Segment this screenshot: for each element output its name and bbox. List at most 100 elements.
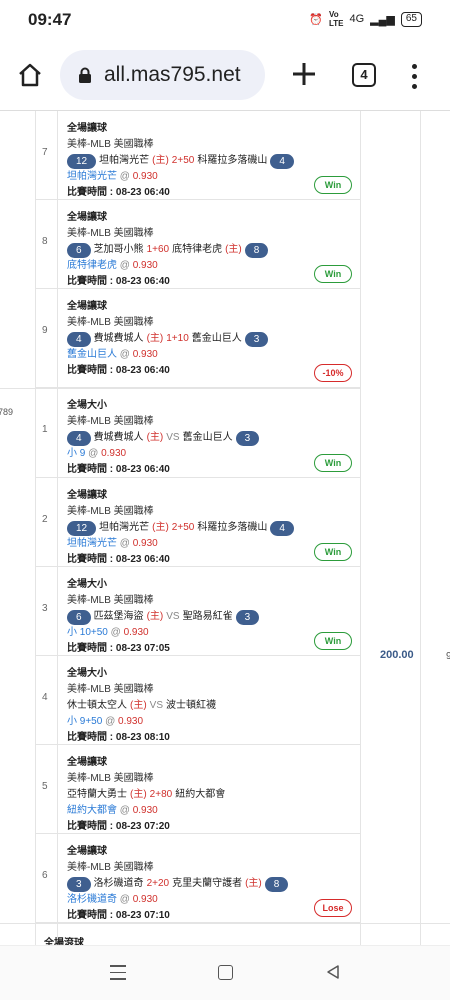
result-badge: Win bbox=[314, 632, 352, 650]
bet-row[interactable]: 8 全場讓球美棒-MLB 美國職棒 6 芝加哥小熊 1+60 底特律老虎 (主) 8 底特律老虎… bbox=[35, 200, 360, 289]
battery-icon: 65 bbox=[400, 11, 422, 27]
row-index: 5 bbox=[42, 781, 48, 792]
bet-details: 全場讓球 美棒-MLB 美國職棒 6 芝加哥小熊 1+60 底特律老虎 (主) 8 底特律老虎 … bbox=[67, 210, 354, 290]
vs-label: VS bbox=[166, 432, 180, 443]
team-a-badge: 3 bbox=[67, 876, 91, 892]
result-badge: -10% bbox=[314, 364, 352, 382]
row-index: 9 bbox=[42, 325, 48, 336]
team-b-name: 波士頓紅襪 bbox=[166, 700, 217, 711]
bet-odds: 0.930 bbox=[118, 716, 144, 727]
matchup: 亞特蘭大勇士 (主) 2+80 紐約大都會 bbox=[67, 787, 354, 803]
match-time-label: 比賽時間 : bbox=[67, 732, 116, 743]
bet-details: 全場大小 美棒-MLB 美國職棒 6 匹茲堡海盜 (主) VS 聖路易紅雀 3 小 10+50 … bbox=[67, 577, 354, 657]
bet-pick: 坦帕灣光芒 bbox=[67, 538, 117, 549]
bet-type: 全場讓球 bbox=[67, 490, 107, 501]
bet-row[interactable]: 2 全場讓球 美棒-MLB 美國職棒 12 坦帕灣光芒 (主) 2+50 科羅拉多落磯山 4 坦帕… bbox=[35, 478, 360, 567]
vs-label: VS bbox=[149, 700, 164, 711]
result-badge: Win bbox=[314, 265, 352, 283]
bet-pick: 坦帕灣光芒 bbox=[67, 171, 117, 182]
at-sign: @ bbox=[102, 716, 119, 727]
matchup: 6 芝加哥小熊 1+60 底特律老虎 (主) 8 bbox=[67, 242, 354, 258]
signal-icon: ▂▄▆ bbox=[370, 13, 395, 26]
bet-type: 全場大小 bbox=[67, 400, 107, 411]
bet-row[interactable]: 4 全場大小 美棒-MLB 美國職棒 休士頓太空人 (主) VS 波士頓紅襪小 9+50 @… bbox=[35, 656, 360, 745]
row-index: 8 bbox=[42, 236, 48, 247]
home-marker: (主) bbox=[146, 432, 164, 443]
bet-details: 全場讓球 美棒-MLB 美國職棒 3 洛杉磯道奇 2+20 克里夫蘭守護者 (主) 8 洛杉磯道… bbox=[67, 844, 354, 924]
status-icons: ⏰ Vo LTE 4G ▂▄▆ 65 bbox=[309, 10, 422, 28]
bet-row[interactable]: 6 全場讓球 美棒-MLB 美國職棒 3 洛杉磯道奇 2+20 克里夫蘭守護者 (主) 8 洛杉磯… bbox=[35, 834, 360, 923]
home-marker: (主) bbox=[130, 700, 147, 711]
back-icon[interactable] bbox=[325, 964, 341, 980]
bet-row[interactable]: 5 全場讓球 美棒-MLB 美國職棒 亞特蘭大勇士 (主) 2+80 紐約大都會 紐約大都會 … bbox=[35, 745, 360, 834]
team-a-badge: 6 bbox=[67, 609, 91, 625]
match-time-label: 比賽時間 : bbox=[67, 464, 116, 475]
bet-details: 全場大小 美棒-MLB 美國職棒 休士頓太空人 (主) VS 波士頓紅襪小 9+50 @ … bbox=[67, 666, 354, 746]
handicap-line: 1+60 bbox=[146, 244, 170, 255]
matchup: 休士頓太空人 (主) VS 波士頓紅襪 bbox=[67, 698, 354, 714]
home-button-icon[interactable] bbox=[218, 965, 233, 980]
bet-details: 全場大小 美棒-MLB 美國職棒 4 費城費城人 (主) VS 舊金山巨人 3 小 9 @ 0.… bbox=[67, 398, 354, 478]
team-b-badge: 3 bbox=[244, 331, 269, 347]
recent-apps-icon[interactable] bbox=[110, 965, 126, 985]
at-sign: @ bbox=[107, 627, 124, 638]
team-a-badge: 12 bbox=[67, 520, 97, 536]
bet-row[interactable]: 1 全場大小 美棒-MLB 美國職棒 4 費城費城人 (主) VS 舊金山巨人 3 小 9 @ 0… bbox=[35, 388, 360, 478]
match-time: 08-23 06:40 bbox=[115, 554, 170, 565]
league-name: 美棒-MLB 美國職棒 bbox=[67, 228, 154, 239]
lock-icon bbox=[79, 67, 91, 83]
bet-type: 全場大小 bbox=[67, 668, 107, 679]
bet-type: 全場讓球 bbox=[67, 212, 107, 223]
team-a-name: 亞特蘭大勇士 bbox=[67, 789, 127, 800]
bet-row[interactable]: 7 全場讓球 美棒-MLB 美國職棒 12 坦帕灣光芒 (主) 2+50 科羅拉多落磯山 4 坦帕… bbox=[35, 111, 360, 200]
url-text: all.mas795.net bbox=[104, 63, 241, 86]
new-tab-icon[interactable] bbox=[290, 60, 318, 88]
match-time-label: 比賽時間 : bbox=[67, 554, 116, 565]
matchup: 4 費城費城人 (主) 1+10 舊金山巨人 3 bbox=[67, 331, 354, 347]
team-b-name: 底特律老虎 bbox=[172, 244, 223, 255]
home-marker: (主) bbox=[225, 244, 242, 255]
at-sign: @ bbox=[117, 349, 133, 360]
team-b-badge: 8 bbox=[264, 876, 289, 892]
bet-row[interactable]: 9 全場讓球 美棒-MLB 美國職棒 4 費城費城人 (主) 1+10 舊金山巨人 3 舊金山巨人… bbox=[35, 289, 360, 388]
match-time: 08-23 07:20 bbox=[115, 821, 170, 832]
address-bar[interactable]: all.mas795.net bbox=[60, 50, 265, 100]
matchup: 12 坦帕灣光芒 (主) 2+50 科羅拉多落磯山 4 bbox=[67, 153, 354, 169]
system-nav-bar bbox=[0, 945, 450, 1000]
team-b-badge: 3 bbox=[235, 430, 260, 446]
league-name: 美棒-MLB 美國職棒 bbox=[67, 595, 154, 606]
team-a-name: 費城費城人 bbox=[93, 432, 144, 443]
team-b-name: 舊金山巨人 bbox=[182, 432, 233, 443]
team-b-name: 科羅拉多落磯山 bbox=[197, 155, 268, 166]
match-time-label: 比賽時間 : bbox=[67, 365, 116, 376]
team-b-badge: 4 bbox=[270, 153, 294, 169]
league-name: 美棒-MLB 美國職棒 bbox=[67, 317, 154, 328]
home-icon[interactable] bbox=[17, 62, 43, 88]
bet-pick: 小 9+50 bbox=[67, 716, 103, 727]
bet-history-table[interactable]: 789 200.00 9 7全場讓球美棒-MLB 美國職棒12坦帕灣光芒(主)2… bbox=[0, 110, 450, 945]
overflow-menu-icon[interactable] bbox=[405, 62, 423, 90]
home-marker: (主) bbox=[146, 333, 164, 344]
bet-row[interactable]: 3 全場大小美棒-MLB 美國職棒 6 匹茲堡海盜 (主) VS 聖路易紅雀 3 小 10+50… bbox=[35, 567, 360, 656]
tab-switcher-button[interactable]: 4 bbox=[352, 63, 376, 87]
match-time: 08-23 07:10 bbox=[115, 910, 170, 921]
network-icon: 4G bbox=[349, 13, 365, 25]
bet-pick: 小 10+50 bbox=[67, 627, 108, 638]
row-index: 1 bbox=[42, 424, 48, 435]
row-index: 3 bbox=[42, 603, 48, 614]
team-b-name: 舊金山巨人 bbox=[191, 333, 242, 344]
team-a-name: 費城費城人 bbox=[93, 333, 144, 344]
bet-type: 全場大小 bbox=[67, 579, 107, 590]
browser-toolbar: all.mas795.net 4 bbox=[0, 40, 450, 110]
bet-odds: 0.930 bbox=[132, 805, 158, 816]
result-badge: Win bbox=[314, 176, 352, 194]
team-b-name: 科羅拉多落磯山 bbox=[197, 522, 268, 533]
team-b-name: 紐約大都會 bbox=[175, 789, 226, 800]
team-b-badge: 8 bbox=[244, 242, 269, 258]
league-name: 美棒-MLB 美國職棒 bbox=[67, 139, 154, 150]
handicap-line: 2+50 bbox=[171, 155, 195, 166]
matchup: 6 匹茲堡海盜 (主) VS 聖路易紅雀 3 bbox=[67, 609, 354, 625]
bet-odds: 0.930 bbox=[132, 349, 158, 360]
team-b-badge: 3 bbox=[235, 609, 260, 625]
bet-details: 全場讓球 美棒-MLB 美國職棒 12 坦帕灣光芒 (主) 2+50 科羅拉多落磯山 4 坦帕灣… bbox=[67, 488, 354, 568]
